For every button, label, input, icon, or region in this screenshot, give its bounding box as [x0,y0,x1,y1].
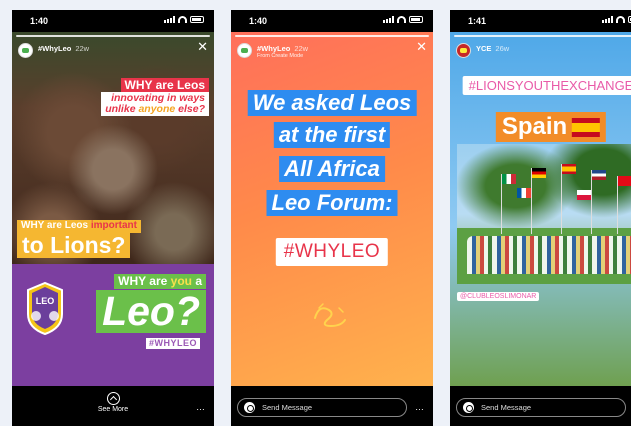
battery-icon [409,16,423,23]
crowd [467,236,631,274]
status-icons [383,16,423,23]
story-screen-3: 1:41 YCE26w ✕ #LIONSYOUTHEXCHANGE Spain [450,10,631,426]
svg-text:LEO: LEO [36,296,55,306]
battery-icon [190,16,204,23]
story-age: 22w [294,44,309,53]
story-age: 26w [495,44,510,53]
group-photo [457,144,631,284]
sticker-why-are-leos: WHY are Leos [120,78,209,93]
text-line-3: All Africa [279,156,385,182]
account-name[interactable]: #WhyLeo 22w [38,44,89,53]
send-message-input[interactable]: Send Message [456,398,626,417]
story-footer: Send Message … [450,386,631,426]
sticker-leo: Leo? [96,289,206,334]
account-name[interactable]: YCE 26w [476,44,509,53]
see-more-button[interactable]: See More [12,392,214,413]
text-line-4: Leo Forum: [266,190,398,216]
avatar[interactable] [237,43,252,58]
camera-icon[interactable] [463,402,474,413]
spain-flag-icon [572,117,601,137]
story-header: #WhyLeo 22w From Create Mode ✕ [237,40,427,61]
story-progress-bar [235,35,429,37]
country-sticker: Spain [495,112,607,142]
status-bar: 1:40 [12,10,214,32]
story-progress-bar [454,35,631,37]
sticker-to-lions: to Lions? [17,232,131,259]
avatar[interactable] [18,43,33,58]
story-footer: See More … [12,386,214,426]
wifi-icon [178,16,187,23]
story-progress-bar [16,35,210,37]
chevron-up-icon [106,392,120,405]
story-screen-1: 1:40 #WhyLeo 22w ✕ WHY are Leos innovatin… [12,10,214,426]
mention-sticker[interactable]: @CLUBLEOSLIMONAR [457,292,540,301]
send-message-input[interactable]: Send Message [237,398,407,417]
story-subtitle: From Create Mode [257,53,304,59]
sticker-why-are-you: WHY are you a [114,274,206,289]
more-options-icon[interactable]: … [196,402,206,412]
story-header: YCE26w ✕ [456,41,631,61]
hashtag-sticker[interactable]: #WHYLEO [145,338,200,350]
story-content[interactable]: #WhyLeo 22w From Create Mode ✕ We asked L… [231,32,433,386]
text-line-1: We asked Leos [247,90,417,116]
wifi-icon [616,16,625,23]
story-age: 22w [75,44,90,53]
story-screen-2: 1:40 #WhyLeo 22w From Create Mode ✕ We as… [231,10,433,426]
status-time: 1:40 [249,16,268,26]
status-time: 1:41 [468,16,487,26]
doodle-drawing [314,303,346,328]
story-header: #WhyLeo 22w ✕ [18,40,208,61]
close-icon[interactable]: ✕ [416,40,427,53]
story-footer: Send Message … [231,386,433,426]
status-icons [164,16,204,23]
signal-icon [164,16,175,23]
story-content[interactable]: YCE26w ✕ #LIONSYOUTHEXCHANGE Spain @CLUB… [450,32,631,386]
status-icons [602,16,631,23]
more-options-icon[interactable]: … [415,402,425,412]
sticker-important: WHY are Leos important [17,220,141,233]
camera-icon[interactable] [244,402,255,413]
hashtag-sticker[interactable]: #WHYLEO [275,238,389,266]
account-name[interactable]: #WhyLeo 22w [257,44,308,53]
status-time: 1:40 [30,16,49,26]
sticker-innovating: innovating in ways unlike anyone else? [101,92,209,117]
signal-icon [602,16,613,23]
text-line-2: at the first [273,122,391,148]
leo-club-logo: LEO [27,281,63,336]
avatar[interactable] [456,43,471,58]
signal-icon [383,16,394,23]
status-bar: 1:40 [231,10,433,32]
hashtag-sticker[interactable]: #LIONSYOUTHEXCHANGE [462,76,631,95]
wifi-icon [397,16,406,23]
close-icon[interactable]: ✕ [197,40,208,53]
story-content[interactable]: #WhyLeo 22w ✕ WHY are Leos innovating in … [12,32,214,386]
status-bar: 1:41 [450,10,631,32]
